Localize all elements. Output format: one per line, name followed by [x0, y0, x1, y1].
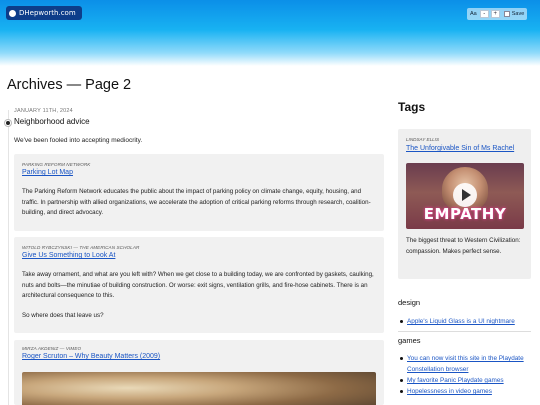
text-size-label: Aa [470, 11, 477, 17]
list-item: Apple's Liquid Glass is a UI nightmare [398, 316, 538, 327]
featured-text: The biggest threat to Western Civilizati… [406, 237, 521, 255]
post-title[interactable]: Neighborhood advice [14, 117, 90, 126]
card-paragraph: Take away ornament, and what are you lef… [22, 271, 374, 299]
divider [398, 331, 531, 332]
save-label: Save [511, 11, 525, 17]
link-card: WITOLD RYBCZYNSKI — THE AMERICAN SCHOLAR… [14, 237, 384, 333]
thumbnail-word: EMPATHY [423, 205, 507, 223]
card-source: WITOLD RYBCZYNSKI — THE AMERICAN SCHOLAR [22, 245, 140, 250]
list-item: You can now visit this site in the Playd… [398, 353, 538, 375]
list-item: Hopelessness in video games [398, 386, 538, 397]
featured-source: LINDSAY ELLIS [406, 137, 440, 142]
featured-video-thumbnail[interactable]: EMPATHY [406, 163, 524, 229]
tags-heading: Tags [398, 100, 426, 114]
site-logo-dot-icon [9, 9, 16, 17]
tag-list-games: You can now visit this site in the Playd… [398, 353, 538, 397]
tag-post-link[interactable]: Apple's Liquid Glass is a UI nightmare [407, 318, 515, 325]
post-lede: We've been fooled into accepting mediocr… [14, 137, 143, 144]
timeline-line [8, 110, 9, 405]
featured-link[interactable]: The Unforgivable Sin of Ms Rachel [406, 145, 526, 152]
tag-list-design: Apple's Liquid Glass is a UI nightmare [398, 316, 538, 327]
featured-card: LINDSAY ELLIS The Unforgivable Sin of Ms… [398, 129, 531, 279]
site-home-link[interactable]: DHepworth.com [6, 6, 82, 20]
reader-controls: Aa - + Save [467, 8, 528, 20]
card-source: PARKING REFORM NETWORK [22, 162, 91, 167]
tag-post-link[interactable]: Hopelessness in video games [407, 388, 492, 395]
card-link[interactable]: Parking Lot Map [22, 169, 73, 176]
video-thumbnail[interactable] [22, 372, 376, 405]
card-paragraph: So where does that leave us? [22, 312, 104, 319]
tag-section-design[interactable]: design [398, 298, 420, 307]
play-icon[interactable] [453, 183, 477, 207]
save-checkbox[interactable] [503, 11, 510, 17]
list-item: My favorite Panic Playdate games [398, 375, 538, 386]
site-name: DHepworth.com [19, 9, 76, 17]
card-link[interactable]: Roger Scruton – Why Beauty Matters (2009… [22, 353, 160, 360]
card-source: MIRZA AKDENIZ — VIMEO [22, 346, 82, 351]
post-date: JANUARY 11TH, 2024 [14, 108, 73, 114]
link-card: PARKING REFORM NETWORK Parking Lot Map T… [14, 154, 384, 231]
tag-post-link[interactable]: My favorite Panic Playdate games [407, 377, 504, 384]
card-link[interactable]: Give Us Something to Look At [22, 252, 115, 259]
card-paragraph: The Parking Reform Network educates the … [22, 188, 371, 216]
tag-section-games[interactable]: games [398, 336, 421, 345]
decrease-text-button[interactable]: - [479, 10, 489, 18]
increase-text-button[interactable]: + [490, 10, 500, 18]
timeline-dot-icon [5, 120, 11, 126]
page-title: Archives — Page 2 [7, 77, 132, 93]
tag-post-link[interactable]: You can now visit this site in the Playd… [407, 355, 524, 373]
video-card: MIRZA AKDENIZ — VIMEO Roger Scruton – Wh… [14, 340, 384, 405]
